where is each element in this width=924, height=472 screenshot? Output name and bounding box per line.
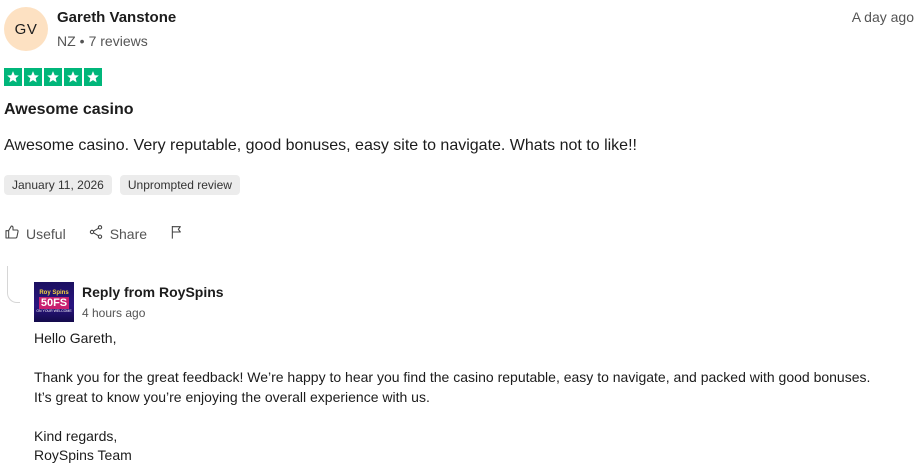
- share-icon: [88, 224, 104, 243]
- star-icon: [84, 68, 102, 86]
- share-button[interactable]: Share: [88, 224, 147, 243]
- avatar-initials: GV: [14, 20, 38, 38]
- report-button[interactable]: [169, 224, 185, 243]
- reviewer-meta: NZ • 7 reviews: [57, 33, 148, 49]
- unprompted-review-badge[interactable]: Unprompted review: [119, 175, 240, 195]
- reviewer-country: NZ: [57, 33, 76, 49]
- logo-text-top: Roy Spins: [39, 290, 69, 296]
- reply-connector: [7, 266, 20, 303]
- review-relative-date: A day ago: [851, 9, 914, 25]
- review-actions: Useful Share: [4, 224, 207, 243]
- reply-from: Reply from RoySpins: [82, 284, 224, 300]
- reply-greeting: Hello Gareth,: [34, 330, 117, 346]
- reviewer-name[interactable]: Gareth Vanstone: [57, 9, 176, 26]
- logo-text-bottom: ON YOUR WELCOME: [36, 309, 72, 313]
- reply-line-2: It’s great to know you’re enjoying the o…: [34, 388, 430, 405]
- reply-body: Hello Gareth, Thank you for the great fe…: [34, 329, 914, 466]
- useful-button[interactable]: Useful: [4, 224, 66, 243]
- logo-text-main: 50FS: [38, 297, 70, 309]
- star-icon: [4, 68, 22, 86]
- useful-label: Useful: [26, 225, 66, 242]
- review-title[interactable]: Awesome casino: [4, 101, 134, 119]
- reply-signature: RoySpins Team: [34, 447, 132, 463]
- share-label: Share: [109, 225, 148, 242]
- star-icon: [24, 68, 42, 86]
- star-icon: [44, 68, 62, 86]
- reply-time: 4 hours ago: [82, 306, 146, 320]
- star-icon: [64, 68, 82, 86]
- reply-closing: Kind regards,: [34, 427, 118, 444]
- thumbs-up-icon: [4, 224, 20, 243]
- flag-icon: [169, 224, 185, 243]
- experience-date-badge: January 11, 2026: [4, 175, 112, 195]
- reviewer-avatar[interactable]: GV: [4, 7, 48, 51]
- review-body: Awesome casino. Very reputable, good bon…: [4, 137, 637, 154]
- star-rating: [4, 68, 102, 86]
- reviewer-review-count: 7 reviews: [88, 33, 148, 49]
- company-logo[interactable]: Roy Spins 50FS ON YOUR WELCOME: [34, 282, 74, 322]
- reply-line-1: Thank you for the great feedback! We’re …: [34, 369, 871, 385]
- review-chips: January 11, 2026 Unprompted review: [4, 175, 240, 195]
- meta-separator: •: [79, 33, 85, 49]
